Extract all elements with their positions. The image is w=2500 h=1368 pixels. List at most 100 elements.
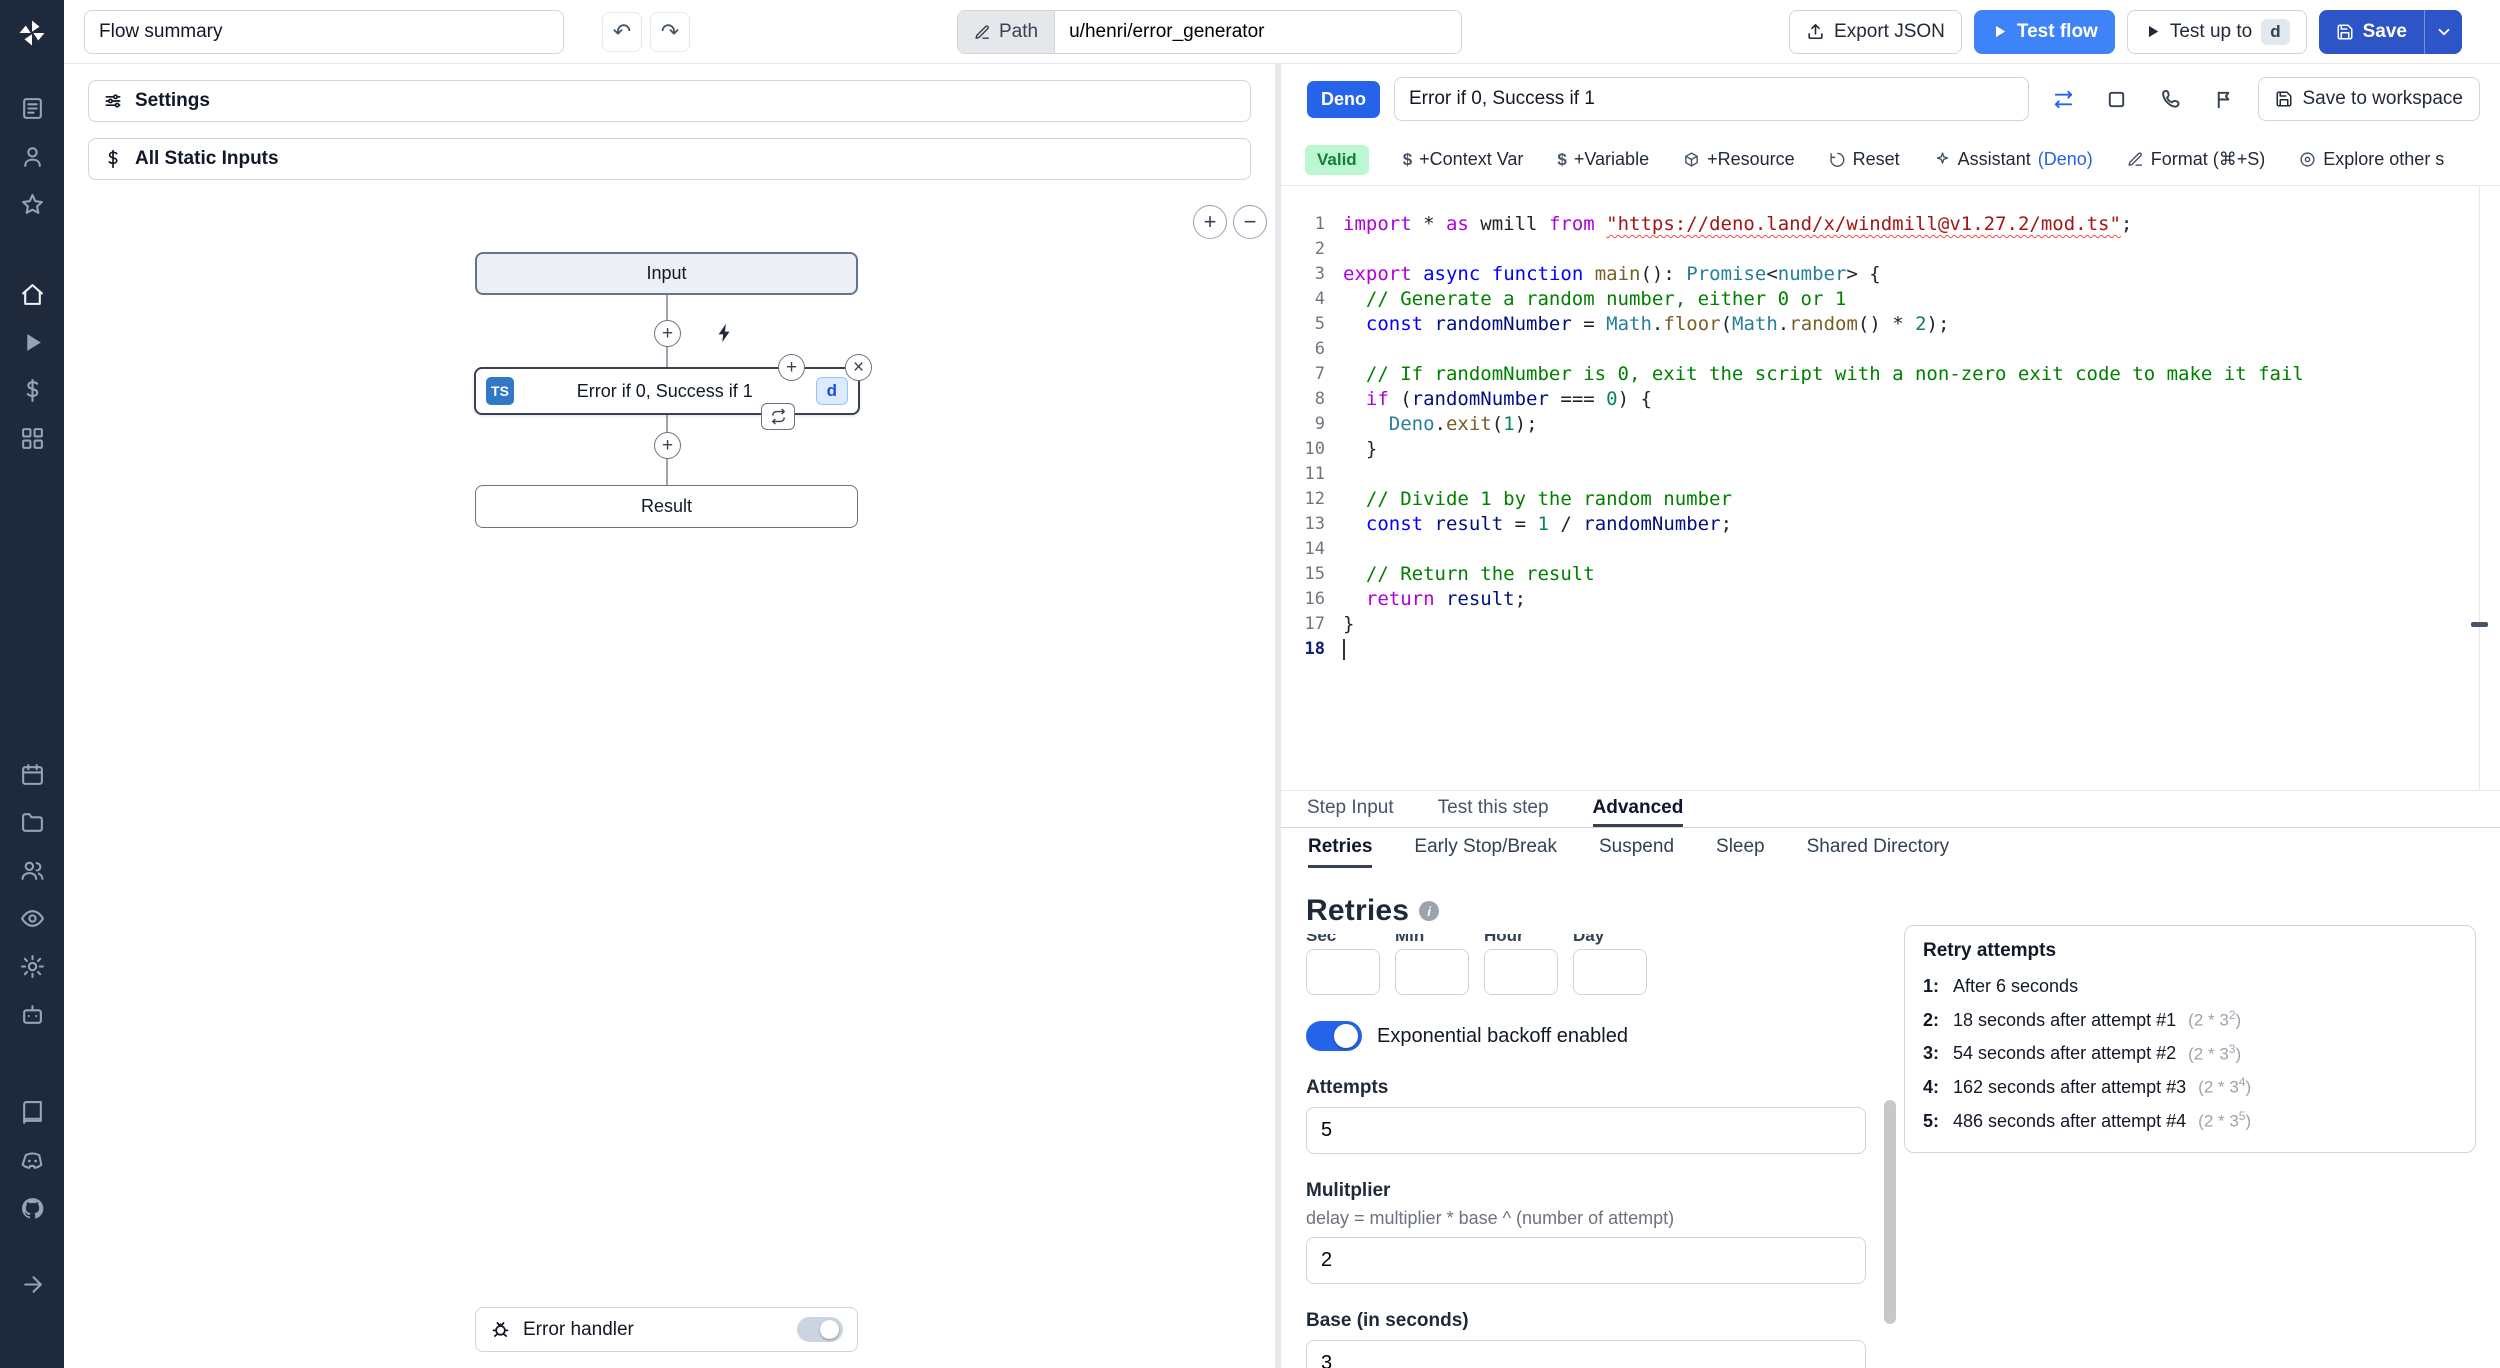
backoff-toggle-label: Exponential backoff enabled [1377, 1024, 1628, 1047]
info-icon[interactable]: i [1419, 901, 1440, 921]
code-line[interactable]: 3 export async function main(): Promise<n… [1281, 262, 2500, 287]
save-label: Save [2362, 20, 2407, 42]
sec-input[interactable] [1306, 949, 1380, 995]
github-icon[interactable] [9, 1184, 55, 1232]
diff-arrows-button[interactable] [2043, 79, 2083, 119]
subtab-retries[interactable]: Retries [1308, 828, 1373, 868]
code-line[interactable]: 10 } [1281, 437, 2500, 462]
audit-eye-icon[interactable] [9, 894, 55, 942]
runs-icon[interactable] [9, 84, 55, 132]
base-input[interactable] [1306, 1340, 1866, 1368]
day-input[interactable] [1573, 949, 1647, 995]
test-flow-button[interactable]: Test flow [1973, 9, 2115, 54]
workers-bot-icon[interactable] [9, 990, 55, 1038]
min-input[interactable] [1395, 949, 1469, 995]
resources-grid-icon[interactable] [9, 414, 55, 462]
undo-button[interactable]: ↶ [602, 11, 642, 52]
docs-book-icon[interactable] [9, 1088, 55, 1136]
subtab-sleep[interactable]: Sleep [1716, 828, 1765, 868]
user-icon[interactable] [9, 132, 55, 180]
code-editor[interactable]: 1 import * as wmill from "https://deno.la… [1281, 186, 2500, 790]
save-to-workspace-button[interactable]: Save to workspace [2258, 77, 2480, 121]
subtab-shared-directory[interactable]: Shared Directory [1807, 828, 1950, 868]
code-line[interactable]: 2 [1281, 237, 2500, 262]
insert-step-button[interactable]: + [654, 432, 681, 459]
insert-step-button[interactable]: + [654, 320, 681, 347]
subtab-early-stop[interactable]: Early Stop/Break [1414, 828, 1557, 868]
tab-test-this-step[interactable]: Test this step [1438, 791, 1549, 827]
code-line[interactable]: 4 // Generate a random number, either 0 … [1281, 287, 2500, 312]
path-input[interactable] [1055, 11, 1461, 53]
export-json-button[interactable]: Export JSON [1789, 9, 1962, 54]
code-line[interactable]: 17} [1281, 612, 2500, 637]
scrollbar-mark[interactable] [2471, 622, 2488, 627]
variables-dollar-icon[interactable] [9, 366, 55, 414]
zoom-out-button[interactable]: − [1233, 205, 1267, 239]
explore-button[interactable]: Explore other s [2299, 149, 2444, 170]
reset-button[interactable]: Reset [1829, 149, 1900, 170]
add-variable-button[interactable]: $ +Variable [1557, 149, 1649, 170]
play-icon[interactable] [9, 318, 55, 366]
zoom-in-button[interactable]: + [1193, 205, 1227, 239]
subtab-suspend[interactable]: Suspend [1599, 828, 1674, 868]
code-line[interactable]: 1 import * as wmill from "https://deno.la… [1281, 212, 2500, 237]
code-line[interactable]: 13 const result = 1 / randomNumber; [1281, 512, 2500, 537]
code-line[interactable]: 12 // Divide 1 by the random number [1281, 487, 2500, 512]
home-icon[interactable] [9, 270, 55, 318]
save-dropdown-button[interactable] [2424, 9, 2462, 54]
all-static-inputs-button[interactable]: All Static Inputs [88, 138, 1251, 180]
test-up-to-button[interactable]: Test up to d [2126, 9, 2307, 54]
save-button[interactable]: Save [2318, 9, 2424, 54]
add-branch-button[interactable]: + [778, 354, 805, 381]
retry-indicator-button[interactable] [761, 403, 795, 430]
input-node[interactable]: Input [475, 252, 858, 295]
format-button[interactable]: Format (⌘+S) [2127, 149, 2265, 170]
phone-button[interactable] [2151, 79, 2191, 119]
code-line[interactable]: 8 if (randomNumber === 0) { [1281, 387, 2500, 412]
windmill-logo-icon[interactable] [9, 10, 55, 56]
attempts-input[interactable] [1306, 1107, 1866, 1154]
code-line[interactable]: 14 [1281, 537, 2500, 562]
code-line[interactable]: 6 [1281, 337, 2500, 362]
redo-icon: ↷ [660, 18, 680, 44]
code-line[interactable]: 7 // If randomNumber is 0, exit the scri… [1281, 362, 2500, 387]
flow-settings-label: Settings [135, 90, 210, 111]
assistant-button[interactable]: Assistant (Deno) [1934, 149, 2093, 170]
delete-step-button[interactable]: × [845, 354, 872, 381]
code-line[interactable]: 15 // Return the result [1281, 562, 2500, 587]
result-node[interactable]: Result [475, 485, 858, 528]
scrollbar-thumb[interactable] [1884, 1100, 1896, 1324]
settings-gear-icon[interactable] [9, 942, 55, 990]
flag-button[interactable] [2205, 79, 2245, 119]
swap-arrows-icon [2054, 90, 2072, 108]
step-name-input[interactable] [1394, 77, 2030, 121]
code-line[interactable]: 18 [1281, 637, 2500, 662]
expand-box-button[interactable] [2097, 79, 2137, 119]
trigger-bolt-button[interactable] [710, 318, 740, 348]
add-context-var-button[interactable]: $ +Context Var [1403, 149, 1524, 170]
explore-label: Explore other s [2323, 149, 2445, 169]
code-line[interactable]: 16 return result; [1281, 587, 2500, 612]
hour-label: Hour [1484, 934, 1524, 945]
target-icon [2300, 152, 2315, 167]
error-handler-box[interactable]: Error handler [475, 1307, 858, 1352]
redo-button[interactable]: ↷ [650, 11, 690, 52]
add-resource-button[interactable]: +Resource [1683, 149, 1795, 170]
tab-step-input[interactable]: Step Input [1307, 791, 1394, 827]
error-handler-toggle[interactable] [797, 1317, 843, 1342]
hour-input[interactable] [1484, 949, 1558, 995]
flow-settings-button[interactable]: Settings [88, 80, 1251, 122]
tab-advanced[interactable]: Advanced [1592, 791, 1684, 827]
code-line[interactable]: 11 [1281, 462, 2500, 487]
schedules-calendar-icon[interactable] [9, 750, 55, 798]
groups-icon[interactable] [9, 846, 55, 894]
exponential-backoff-toggle[interactable] [1306, 1021, 1362, 1051]
discord-icon[interactable] [9, 1136, 55, 1184]
folders-icon[interactable] [9, 798, 55, 846]
code-line[interactable]: 5 const randomNumber = Math.floor(Math.r… [1281, 312, 2500, 337]
collapse-arrow-icon[interactable] [9, 1260, 55, 1308]
favorites-star-icon[interactable] [9, 180, 55, 228]
multiplier-input[interactable] [1306, 1237, 1866, 1284]
code-line[interactable]: 9 Deno.exit(1); [1281, 412, 2500, 437]
flow-summary-input[interactable] [84, 9, 564, 54]
